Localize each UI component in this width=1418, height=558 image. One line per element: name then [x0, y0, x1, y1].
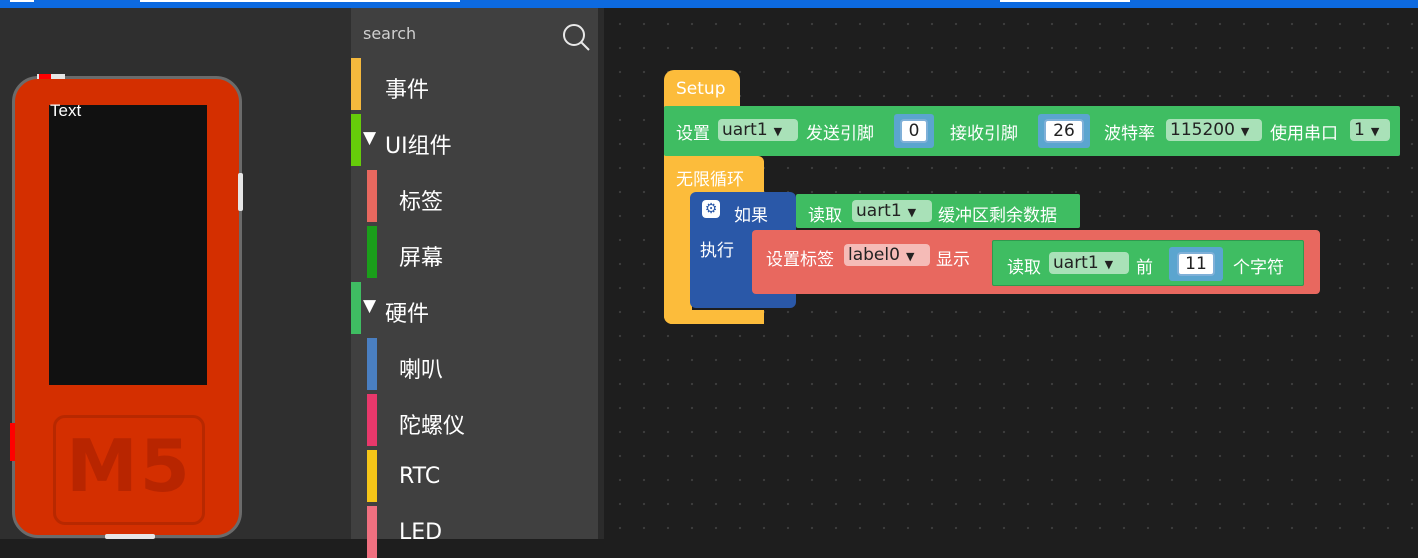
category-label-widget[interactable]: 标签	[351, 170, 598, 222]
chevron-down-icon: ▼	[1104, 258, 1114, 271]
category-color-bar	[367, 450, 377, 502]
gear-icon[interactable]: ⚙	[702, 200, 720, 218]
uart-read-block[interactable]: 读取 uart1 ▼ 前 11 个字符	[992, 240, 1304, 286]
read-port-dropdown[interactable]: uart1 ▼	[852, 200, 932, 222]
uart-baud-dropdown[interactable]: 115200 ▼	[1166, 119, 1262, 141]
dropdown-value: 115200	[1170, 120, 1235, 140]
count-input[interactable]: 11	[1177, 252, 1215, 276]
device-side-button	[238, 173, 243, 211]
tx-pin-number-block[interactable]: 0	[894, 114, 934, 148]
m5-logo-window: M5	[53, 415, 205, 525]
tx-pin-input[interactable]: 0	[900, 119, 928, 143]
dropdown-value: 1	[1354, 120, 1365, 140]
search-icon[interactable]	[561, 22, 591, 52]
dropdown-value: label0	[848, 245, 900, 265]
uart-set-label: 设置	[676, 124, 710, 144]
chevron-down-icon: ▼	[773, 125, 783, 138]
category-hardware[interactable]: ▼ 硬件	[351, 282, 598, 334]
if-label: 如果	[734, 206, 768, 226]
category-speaker[interactable]: 喇叭	[351, 338, 598, 390]
uart-port-dropdown[interactable]: uart1 ▼	[718, 119, 798, 141]
uart-serial-label: 使用串口	[1270, 124, 1338, 144]
top-bar	[0, 0, 1418, 8]
dropdown-value: uart1	[1053, 253, 1099, 273]
category-color-bar	[351, 58, 361, 110]
m5-device: Text M5	[10, 74, 243, 539]
category-screen[interactable]: 屏幕	[351, 226, 598, 278]
count-number-block[interactable]: 11	[1169, 247, 1223, 281]
expand-arrow-icon[interactable]: ▼	[363, 296, 376, 316]
device-screen[interactable]: Text	[49, 101, 207, 385]
uart-serial-dropdown[interactable]: 1 ▼	[1350, 119, 1390, 141]
device-left-indicator	[10, 423, 15, 461]
read2-label: 读取	[1007, 258, 1041, 278]
category-rtc[interactable]: RTC	[351, 450, 598, 502]
top-bar-segment	[1000, 0, 1130, 2]
loop-block[interactable]: 无限循环	[664, 156, 764, 196]
show-label: 显示	[936, 250, 970, 270]
category-led[interactable]: LED	[351, 506, 598, 558]
uart-rx-label: 接收引脚	[950, 124, 1018, 144]
buffer-label: 缓冲区剩余数据	[938, 206, 1057, 226]
chevron-down-icon: ▼	[1370, 125, 1380, 138]
m5-logo: M5	[66, 424, 192, 508]
category-color-bar	[367, 226, 377, 278]
category-color-bar	[367, 170, 377, 222]
category-color-bar	[367, 506, 377, 558]
category-label: 硬件	[385, 302, 430, 327]
do-label: 执行	[700, 241, 734, 261]
read-label: 读取	[808, 206, 842, 226]
category-color-bar	[351, 114, 361, 166]
category-label: UI组件	[385, 134, 452, 159]
dropdown-value: uart1	[856, 201, 902, 221]
top-bar-segment	[140, 0, 460, 2]
rx-pin-number-block[interactable]: 26	[1038, 114, 1090, 148]
loop-title: 无限循环	[676, 170, 744, 190]
device-panel: Text M5	[0, 8, 351, 539]
label-dropdown[interactable]: label0 ▼	[844, 244, 930, 266]
set-label-text: 设置标签	[766, 250, 834, 270]
category-gyroscope[interactable]: 陀螺仪	[351, 394, 598, 446]
setup-title: Setup	[676, 79, 726, 99]
dropdown-value: uart1	[722, 120, 768, 140]
front-label: 前	[1136, 258, 1153, 278]
category-label: 屏幕	[399, 246, 444, 271]
search-bar[interactable]: search	[351, 8, 598, 60]
chars-label: 个字符	[1233, 258, 1284, 278]
category-label: 喇叭	[399, 358, 444, 383]
rx-pin-input[interactable]: 26	[1044, 119, 1084, 143]
uart-setup-block[interactable]: 设置 uart1 ▼ 发送引脚 0 接收引脚 26 波特率 115200 ▼ 使用串…	[664, 106, 1400, 156]
chevron-down-icon: ▼	[905, 250, 915, 263]
uart-tx-label: 发送引脚	[806, 124, 874, 144]
device-bottom-button	[105, 534, 155, 539]
device-top-indicator	[39, 74, 51, 79]
category-color-bar	[367, 394, 377, 446]
loop-block-footer	[664, 310, 764, 324]
uart-baud-label: 波特率	[1104, 124, 1155, 144]
category-ui-components[interactable]: ▼ UI组件	[351, 114, 598, 166]
category-label: RTC	[399, 464, 441, 489]
category-label: LED	[399, 520, 443, 545]
category-label: 陀螺仪	[399, 414, 466, 439]
category-color-bar	[351, 282, 361, 334]
read2-port-dropdown[interactable]: uart1 ▼	[1049, 252, 1129, 274]
category-panel: search 事件 ▼ UI组件 标签 屏幕 ▼ 硬件 喇叭 陀螺仪 RTC L…	[351, 8, 604, 558]
chevron-down-icon: ▼	[1240, 125, 1250, 138]
search-input[interactable]: search	[363, 24, 416, 43]
screen-text-label[interactable]: Text	[50, 101, 81, 121]
category-events[interactable]: 事件	[351, 58, 598, 110]
top-bar-icon	[10, 0, 34, 2]
category-label: 事件	[385, 78, 430, 103]
block-workspace[interactable]: Setup 设置 uart1 ▼ 发送引脚 0 接收引脚 26 波特率 11520…	[604, 8, 1418, 539]
expand-arrow-icon[interactable]: ▼	[363, 128, 376, 148]
category-color-bar	[367, 338, 377, 390]
uart-available-block[interactable]: 读取 uart1 ▼ 缓冲区剩余数据	[796, 194, 1080, 228]
chevron-down-icon: ▼	[907, 206, 917, 219]
category-label: 标签	[399, 190, 444, 215]
loop-block-body	[664, 194, 692, 324]
